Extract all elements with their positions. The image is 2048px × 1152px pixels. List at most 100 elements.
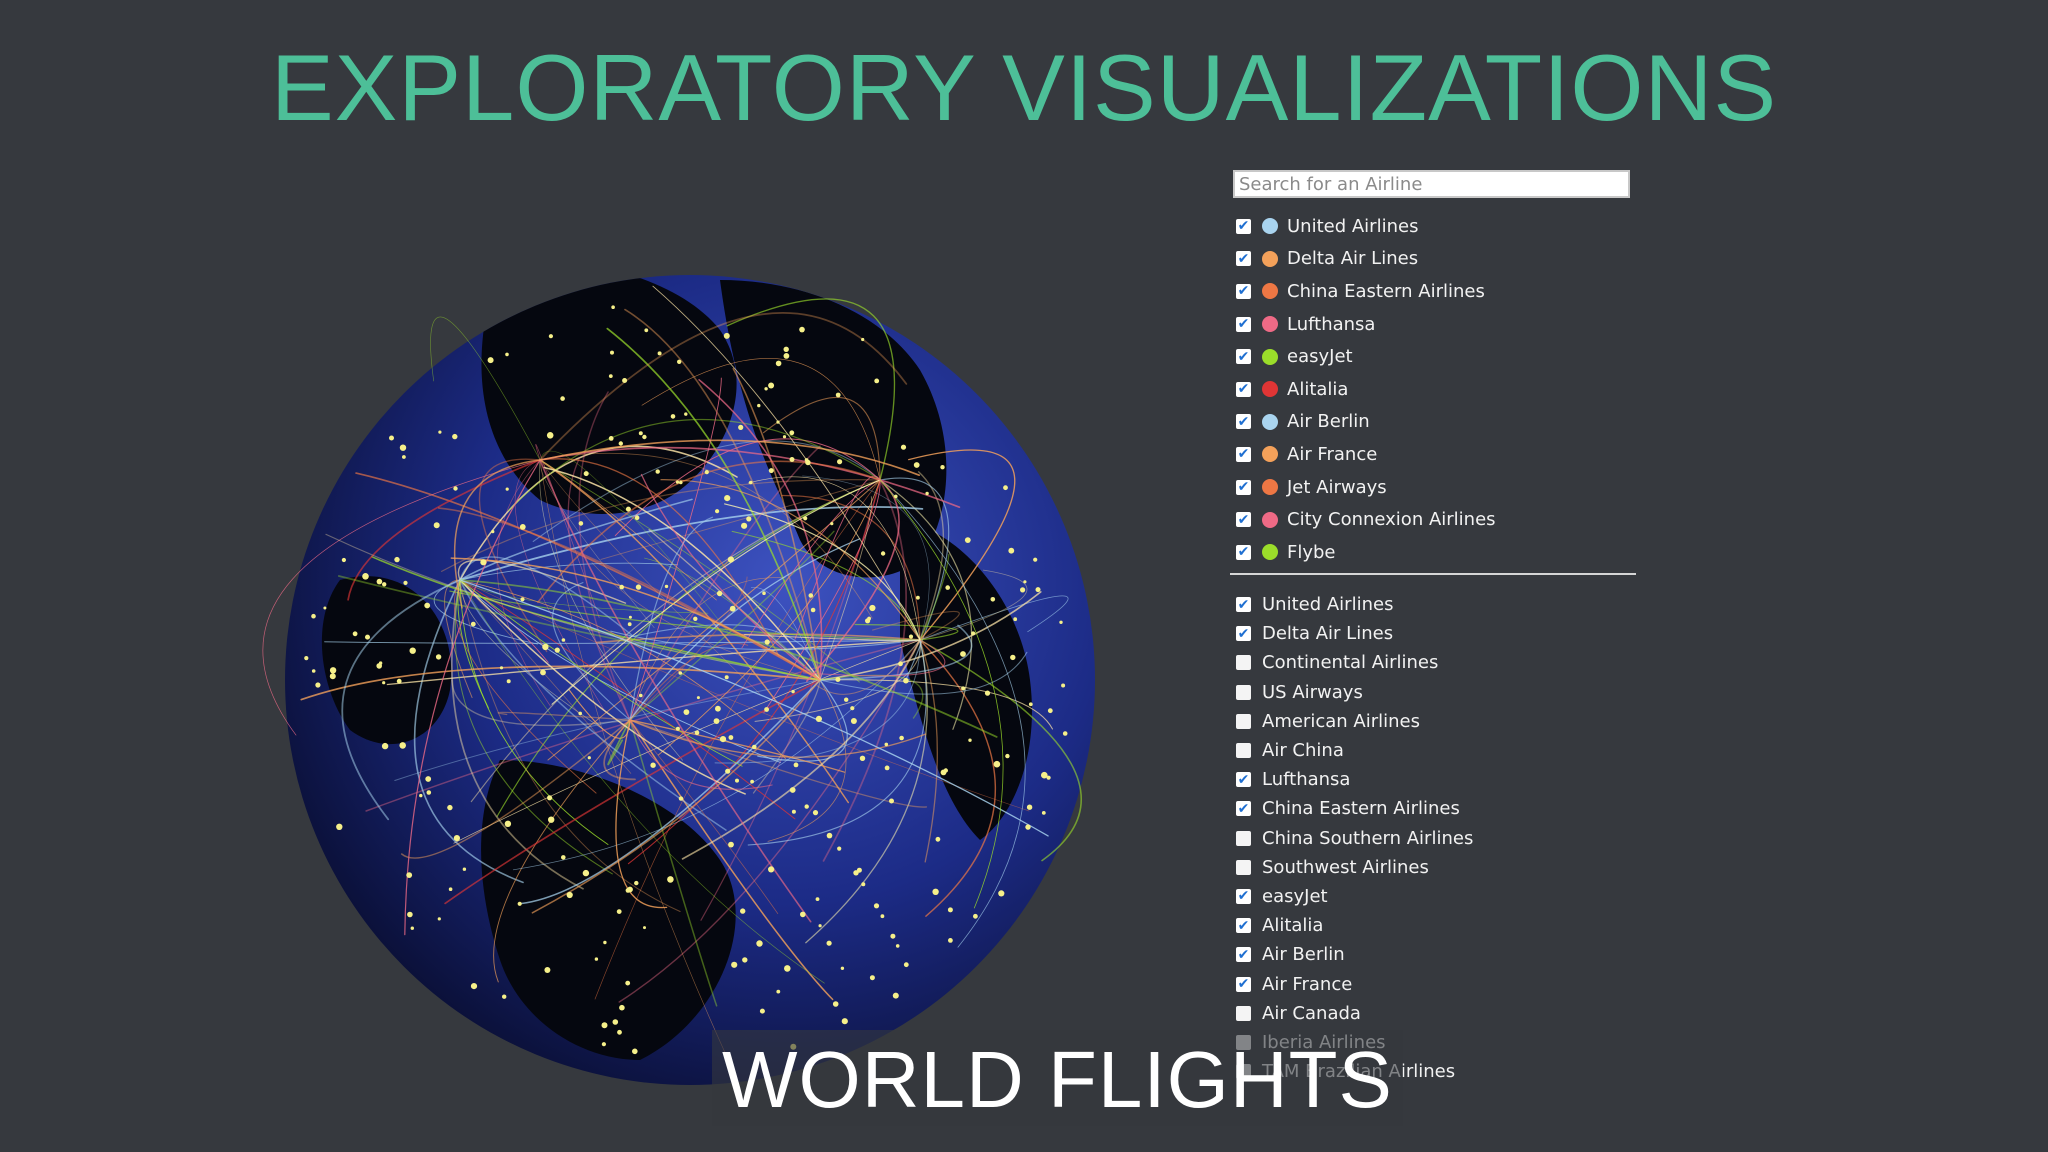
legend-color-dot — [1262, 511, 1278, 528]
filter-checkbox[interactable]: ✔ — [1236, 918, 1251, 934]
legend-checkbox[interactable]: ✔ — [1236, 218, 1251, 234]
filter-item[interactable]: China Southern Airlines — [1236, 824, 1473, 853]
filter-checkbox[interactable] — [1236, 684, 1251, 700]
legend-checkbox[interactable]: ✔ — [1236, 381, 1251, 397]
filter-checkbox[interactable]: ✔ — [1236, 888, 1251, 904]
airport-dot — [768, 866, 775, 873]
airport-dot — [438, 430, 442, 434]
legend-item[interactable]: ✔ Flybe — [1236, 536, 1496, 569]
filter-item[interactable]: ✔ easyJet — [1236, 882, 1473, 911]
legend-checkbox[interactable]: ✔ — [1236, 479, 1251, 495]
legend-item[interactable]: ✔ United Airlines — [1236, 210, 1496, 243]
filter-checkbox[interactable] — [1236, 1005, 1251, 1021]
filter-checkbox[interactable]: ✔ — [1236, 626, 1251, 642]
filter-item[interactable]: ✔ United Airlines — [1236, 590, 1473, 619]
airport-dot — [1026, 804, 1033, 810]
airport-dot — [399, 444, 407, 451]
filter-item[interactable]: Southwest Airlines — [1236, 853, 1473, 882]
airport-dot — [735, 778, 739, 783]
legend-checkbox[interactable]: ✔ — [1236, 414, 1251, 430]
filter-item[interactable]: Continental Airlines — [1236, 648, 1473, 677]
airport-dot — [382, 681, 386, 685]
airport-dot — [664, 584, 669, 589]
filter-checkbox[interactable] — [1236, 830, 1251, 846]
airport-dot — [894, 494, 898, 499]
airport-dot — [520, 597, 525, 602]
filter-item[interactable]: ✔ China Eastern Airlines — [1236, 794, 1473, 823]
legend-item[interactable]: ✔ China Eastern Airlines — [1236, 275, 1496, 308]
legend-item[interactable]: ✔ Jet Airways — [1236, 471, 1496, 504]
filter-item[interactable]: ✔ Air France — [1236, 969, 1473, 998]
filter-label: Alitalia — [1262, 915, 1324, 937]
filter-item[interactable]: Air Canada — [1236, 999, 1473, 1028]
legend-label: easyJet — [1287, 346, 1353, 368]
airport-dot — [943, 768, 948, 773]
legend-item[interactable]: ✔ Air Berlin — [1236, 406, 1496, 439]
legend-item[interactable]: ✔ Air France — [1236, 438, 1496, 471]
airport-dot — [679, 480, 683, 485]
filter-checkbox[interactable]: ✔ — [1236, 597, 1251, 613]
filter-item[interactable]: ✔ Air Berlin — [1236, 940, 1473, 969]
filter-checkbox[interactable]: ✔ — [1236, 772, 1251, 788]
filter-checkbox[interactable] — [1236, 655, 1251, 671]
filter-checkbox[interactable] — [1236, 743, 1251, 759]
legend-checkbox[interactable]: ✔ — [1236, 512, 1251, 528]
airport-dot — [776, 420, 780, 424]
filter-checkbox[interactable] — [1236, 859, 1251, 875]
legend-checkbox[interactable]: ✔ — [1236, 446, 1251, 462]
airport-dot — [548, 816, 555, 823]
airport-dot — [741, 522, 748, 529]
filter-item[interactable]: American Airlines — [1236, 707, 1473, 736]
airport-dot — [632, 1048, 638, 1055]
filter-label: Air Canada — [1262, 1002, 1361, 1024]
airline-search-input[interactable] — [1233, 170, 1630, 198]
filter-item[interactable]: ✔ Delta Air Lines — [1236, 619, 1473, 648]
legend-item[interactable]: ✔ City Connexion Airlines — [1236, 503, 1496, 536]
airport-dot — [789, 787, 796, 793]
airport-dot — [724, 495, 731, 502]
airport-dot — [470, 621, 476, 627]
legend-checkbox[interactable]: ✔ — [1236, 316, 1251, 332]
airport-dot — [903, 677, 909, 684]
airport-dot — [409, 647, 416, 654]
airport-dot — [561, 855, 566, 860]
filter-label: China Southern Airlines — [1262, 827, 1474, 849]
filter-item[interactable]: ✔ Alitalia — [1236, 911, 1473, 940]
legend-checkbox[interactable]: ✔ — [1236, 349, 1251, 365]
flight-globe[interactable] — [160, 160, 1170, 1120]
filter-checkbox[interactable] — [1236, 713, 1251, 729]
airport-dot — [1023, 580, 1027, 584]
filter-label: Continental Airlines — [1262, 652, 1439, 674]
filter-label: easyJet — [1262, 885, 1328, 907]
legend-item[interactable]: ✔ Alitalia — [1236, 373, 1496, 406]
legend-item[interactable]: ✔ easyJet — [1236, 340, 1496, 373]
legend-color-dot — [1262, 316, 1278, 333]
airport-dot — [764, 639, 770, 645]
airport-dot — [376, 578, 383, 585]
legend-color-dot — [1262, 479, 1278, 496]
airport-dot — [791, 689, 795, 694]
airport-dot — [1046, 775, 1051, 780]
legend-checkbox[interactable]: ✔ — [1236, 544, 1251, 560]
airport-dot — [603, 940, 607, 945]
filter-item[interactable]: Air China — [1236, 736, 1473, 765]
airport-dot — [1061, 683, 1066, 688]
legend-item[interactable]: ✔ Lufthansa — [1236, 308, 1496, 341]
legend-item[interactable]: ✔ Delta Air Lines — [1236, 243, 1496, 276]
airport-dot — [566, 891, 573, 899]
airport-dot — [762, 591, 766, 595]
airport-dot — [713, 718, 720, 724]
airport-dot — [925, 491, 929, 496]
filter-checkbox[interactable]: ✔ — [1236, 976, 1251, 992]
airport-dot — [426, 790, 432, 795]
airport-dot — [1003, 485, 1008, 491]
airport-dot — [694, 730, 700, 736]
legend-checkbox[interactable]: ✔ — [1236, 251, 1251, 267]
legend-checkbox[interactable]: ✔ — [1236, 283, 1251, 299]
filter-item[interactable]: US Airways — [1236, 678, 1473, 707]
filter-checkbox[interactable]: ✔ — [1236, 801, 1251, 817]
filter-checkbox[interactable]: ✔ — [1236, 947, 1251, 963]
airport-dot — [462, 867, 467, 871]
filter-item[interactable]: ✔ Lufthansa — [1236, 765, 1473, 794]
airport-dot — [768, 382, 775, 389]
